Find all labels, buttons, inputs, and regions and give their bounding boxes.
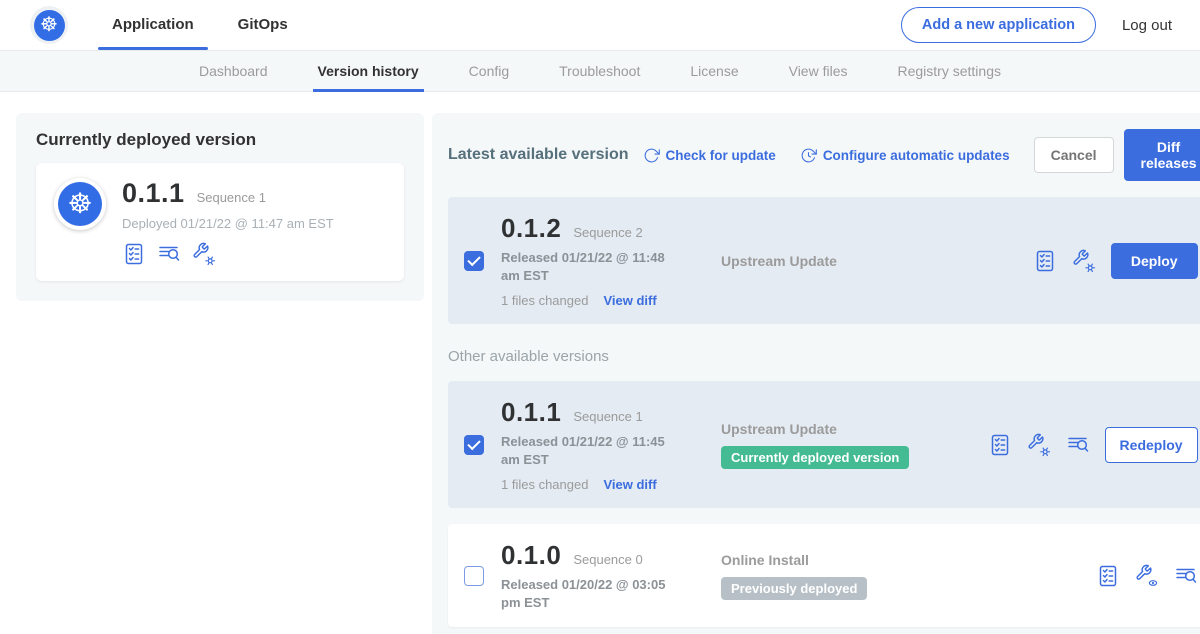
kubernetes-wheel-icon: ☸ (40, 15, 58, 35)
logout-button[interactable]: Log out (1122, 17, 1172, 34)
tab-gitops[interactable]: GitOps (224, 0, 302, 50)
version-number: 0.1.2 (501, 213, 561, 244)
app-logo-inner: ☸ (58, 182, 102, 226)
add-new-application-button[interactable]: Add a new application (901, 7, 1096, 43)
view-diff-link[interactable]: View diff (603, 293, 656, 308)
version-checkbox[interactable] (464, 435, 484, 455)
latest-version-header: Latest available version Check for updat… (448, 129, 1200, 181)
version-sequence: Sequence 2 (573, 225, 642, 240)
version-checkbox[interactable] (464, 566, 484, 586)
files-changed-row: 1 files changed View diff (501, 477, 721, 492)
top-nav: ☸ Application GitOps Add a new applicati… (0, 0, 1200, 50)
currently-deployed-card: Currently deployed version ☸ 0.1.1 Seque… (16, 113, 424, 301)
currently-deployed-title: Currently deployed version (36, 130, 404, 150)
preflight-checks-icon[interactable] (988, 433, 1012, 457)
view-diff-link[interactable]: View diff (603, 477, 656, 492)
app-logo: ☸ (54, 178, 106, 230)
edit-config-icon[interactable] (1027, 433, 1051, 457)
source-label: Upstream Update (721, 253, 1033, 269)
version-actions: Redeploy (988, 427, 1198, 463)
preflight-checks-icon[interactable] (1096, 564, 1120, 588)
version-history-panel: Latest available version Check for updat… (432, 113, 1200, 634)
deployed-version-details: 0.1.1 Sequence 1 Deployed 01/21/22 @ 11:… (122, 178, 334, 266)
version-row-0-1-1: 0.1.1 Sequence 1 Released 01/21/22 @ 11:… (448, 381, 1200, 508)
version-head: 0.1.2 Sequence 2 (501, 213, 721, 244)
version-sequence: Sequence 1 (573, 409, 642, 424)
version-info: 0.1.0 Sequence 0 Released 01/20/22 @ 03:… (501, 540, 721, 611)
deployed-version-head: 0.1.1 Sequence 1 (122, 178, 334, 209)
source-label: Online Install (721, 552, 1096, 568)
schedule-refresh-icon (800, 147, 817, 164)
subnav-version-history[interactable]: Version history (313, 51, 424, 91)
latest-version-title: Latest available version (448, 146, 629, 164)
currently-deployed-badge: Currently deployed version (721, 446, 909, 469)
deployed-version-card: ☸ 0.1.1 Sequence 1 Deployed 01/21/22 @ 1… (36, 163, 404, 281)
app-sub-nav: Dashboard Version history Config Trouble… (0, 50, 1200, 92)
tab-application-label: Application (112, 16, 194, 33)
preflight-checks-icon[interactable] (122, 242, 146, 266)
edit-config-icon[interactable] (192, 242, 216, 266)
configure-automatic-updates-link[interactable]: Configure automatic updates (800, 147, 1010, 164)
redeploy-button[interactable]: Redeploy (1105, 427, 1198, 463)
kubernetes-logo-inner: ☸ (34, 10, 65, 41)
deploy-button[interactable]: Deploy (1111, 243, 1198, 279)
version-checkbox[interactable] (464, 251, 484, 271)
subnav-registry-settings[interactable]: Registry settings (893, 51, 1006, 91)
tab-application[interactable]: Application (98, 0, 208, 50)
deployed-actions (122, 242, 334, 266)
subnav-license[interactable]: License (685, 51, 743, 91)
version-actions: Deploy (1033, 243, 1198, 279)
configure-automatic-updates-label: Configure automatic updates (823, 148, 1010, 163)
subnav-view-files[interactable]: View files (784, 51, 853, 91)
subnav-config[interactable]: Config (464, 51, 514, 91)
preflight-checks-icon[interactable] (1033, 249, 1057, 273)
source-label: Upstream Update (721, 421, 988, 437)
version-row-0-1-0: 0.1.0 Sequence 0 Released 01/20/22 @ 03:… (448, 524, 1200, 627)
deployed-version-sequence: Sequence 1 (197, 190, 266, 205)
tab-gitops-label: GitOps (238, 16, 288, 33)
version-source: Upstream Update Currently deployed versi… (721, 421, 988, 469)
version-head: 0.1.0 Sequence 0 (501, 540, 721, 571)
refresh-icon (643, 147, 660, 164)
files-changed-label: 1 files changed (501, 293, 588, 308)
version-info: 0.1.1 Sequence 1 Released 01/21/22 @ 11:… (501, 397, 721, 492)
diff-releases-button[interactable]: Diff releases (1124, 129, 1200, 181)
version-number: 0.1.0 (501, 540, 561, 571)
version-row-0-1-2: 0.1.2 Sequence 2 Released 01/21/22 @ 11:… (448, 197, 1200, 324)
previously-deployed-badge: Previously deployed (721, 577, 867, 600)
subnav-troubleshoot[interactable]: Troubleshoot (554, 51, 645, 91)
deployed-timestamp: Deployed 01/21/22 @ 11:47 am EST (122, 216, 334, 231)
check-for-update-link[interactable]: Check for update (643, 147, 776, 164)
version-sequence: Sequence 0 (573, 552, 642, 567)
version-head: 0.1.1 Sequence 1 (501, 397, 721, 428)
main-content: Currently deployed version ☸ 0.1.1 Seque… (0, 92, 1200, 634)
deploy-logs-icon[interactable] (1174, 564, 1198, 588)
other-versions-label: Other available versions (448, 348, 1200, 365)
version-source: Online Install Previously deployed (721, 552, 1096, 600)
released-timestamp: Released 01/21/22 @ 11:45 am EST (501, 433, 686, 468)
released-timestamp: Released 01/20/22 @ 03:05 pm EST (501, 576, 686, 611)
edit-config-icon[interactable] (1072, 249, 1096, 273)
deploy-logs-icon[interactable] (1066, 433, 1090, 457)
version-info: 0.1.2 Sequence 2 Released 01/21/22 @ 11:… (501, 213, 721, 308)
check-for-update-label: Check for update (666, 148, 776, 163)
kubernetes-logo-icon[interactable]: ☸ (30, 6, 68, 44)
subnav-dashboard[interactable]: Dashboard (194, 51, 273, 91)
cancel-button[interactable]: Cancel (1034, 137, 1114, 173)
view-config-icon[interactable] (1135, 564, 1159, 588)
deployed-version-number: 0.1.1 (122, 178, 185, 209)
top-tab-bar: Application GitOps (98, 0, 318, 50)
version-number: 0.1.1 (501, 397, 561, 428)
version-actions (1096, 564, 1198, 588)
version-source: Upstream Update (721, 253, 1033, 269)
files-changed-label: 1 files changed (501, 477, 588, 492)
files-changed-row: 1 files changed View diff (501, 293, 721, 308)
kubernetes-wheel-icon: ☸ (67, 190, 92, 218)
deploy-logs-icon[interactable] (157, 242, 181, 266)
released-timestamp: Released 01/21/22 @ 11:48 am EST (501, 249, 686, 284)
